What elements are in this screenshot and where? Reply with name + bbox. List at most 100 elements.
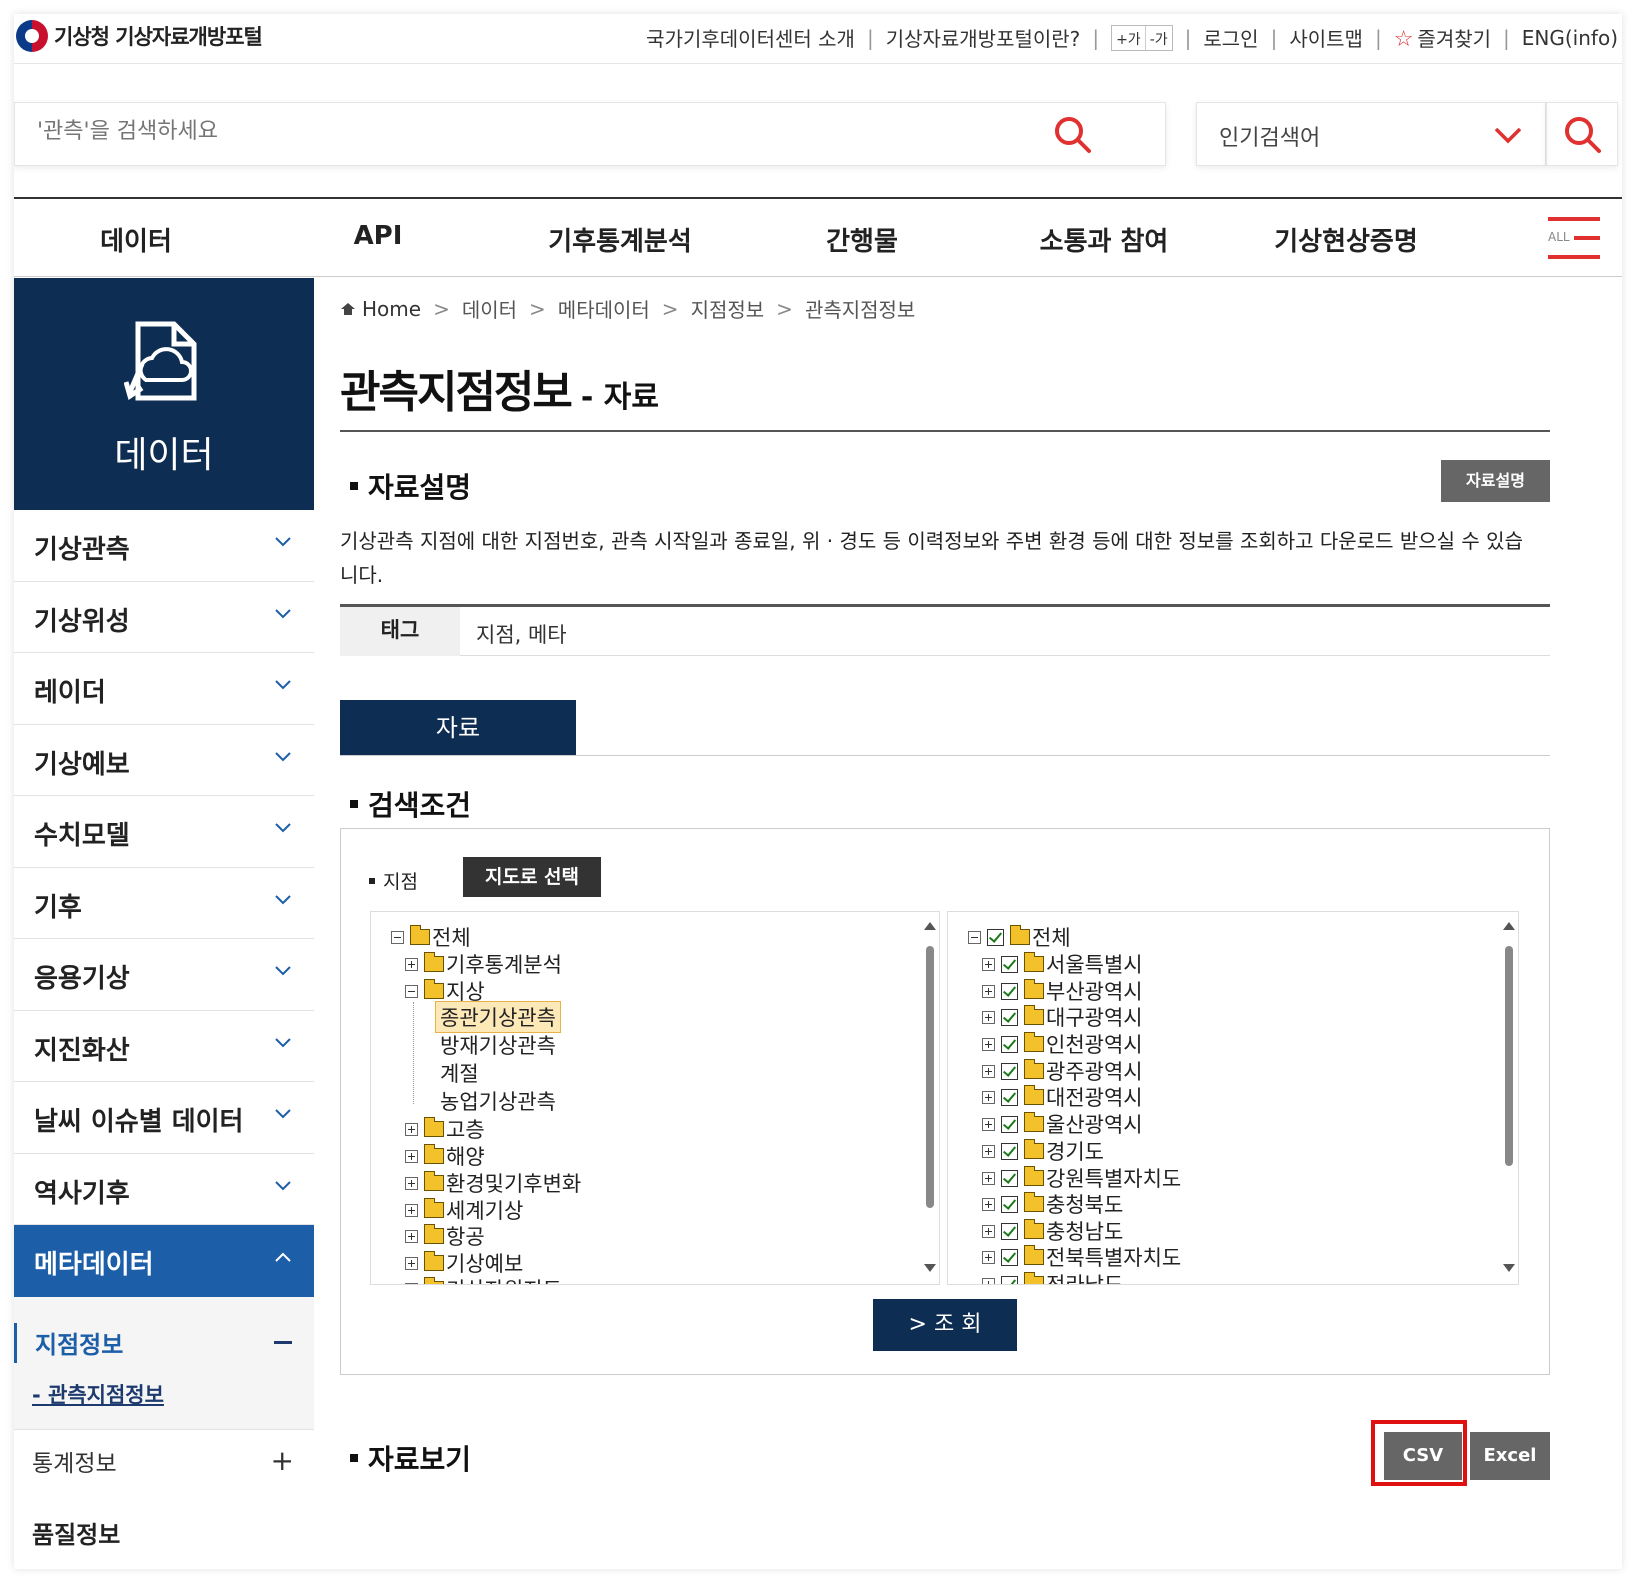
expand-icon[interactable] (405, 1203, 418, 1217)
sidebar-item-metadata[interactable]: 메타데이터 (14, 1225, 314, 1297)
gnb-climate-stats[interactable]: 기후통계분석 (520, 221, 720, 258)
checkbox-checked[interactable] (1001, 982, 1018, 1000)
checkbox-checked[interactable] (1001, 1275, 1018, 1284)
select-on-map-button[interactable]: 지도로 선택 (463, 857, 601, 897)
gnb-api[interactable]: API (278, 221, 478, 251)
expand-icon[interactable] (982, 1224, 995, 1238)
expand-icon[interactable] (405, 1176, 418, 1190)
sidebar-subitem-statistics[interactable]: 통계정보 + (14, 1428, 314, 1497)
expand-icon[interactable] (982, 1197, 995, 1211)
expand-icon[interactable] (982, 1010, 995, 1024)
search-input[interactable] (37, 119, 1037, 144)
tree-node[interactable]: 세계기상 (405, 1197, 523, 1223)
breadcrumb-home[interactable]: Home (362, 297, 421, 321)
tree-node[interactable]: 울산광역시 (982, 1111, 1143, 1137)
search-icon[interactable] (1053, 115, 1093, 155)
sidebar-item-earthquake-volcano[interactable]: 지진화산 (14, 1010, 314, 1082)
tree-node[interactable]: 충청북도 (982, 1191, 1123, 1217)
tree-node[interactable]: 서울특별시 (982, 951, 1143, 977)
tree-node[interactable]: 대전광역시 (982, 1084, 1143, 1110)
checkbox-checked[interactable] (1001, 1169, 1018, 1187)
sidebar-item-observation[interactable]: 기상관측 (14, 510, 314, 582)
sidebar-item-forecast[interactable]: 기상예보 (14, 724, 314, 796)
tree-node[interactable]: 농업기상관측 (440, 1088, 556, 1114)
tree-node[interactable]: 경기도 (982, 1138, 1104, 1164)
checkbox-checked[interactable] (1001, 1222, 1018, 1240)
link-about-center[interactable]: 국가기후데이터센터 소개 (646, 23, 855, 52)
expand-icon[interactable] (982, 1037, 995, 1051)
sidebar-item-radar[interactable]: 레이더 (14, 653, 314, 725)
gnb-publications[interactable]: 간행물 (762, 221, 962, 258)
english-link[interactable]: ENG(info) (1522, 26, 1618, 50)
gnb-community[interactable]: 소통과 참여 (1004, 221, 1204, 258)
expand-icon[interactable] (405, 1149, 418, 1163)
query-button[interactable]: > 조 회 (873, 1299, 1017, 1351)
expand-icon[interactable] (982, 1144, 995, 1158)
sitemap-link[interactable]: 사이트맵 (1289, 23, 1363, 52)
expand-icon[interactable] (405, 1122, 418, 1136)
tree-node[interactable]: 광주광역시 (982, 1058, 1143, 1084)
left-tree-scrollbar[interactable] (921, 912, 939, 1284)
tree-node[interactable]: 고층 (405, 1116, 485, 1142)
tree-node[interactable]: 부산광역시 (982, 978, 1143, 1004)
expand-icon[interactable] (982, 1090, 995, 1104)
checkbox-checked[interactable] (1001, 1142, 1018, 1160)
scroll-up-icon[interactable] (924, 922, 936, 930)
scroll-down-icon[interactable] (924, 1264, 936, 1272)
scroll-thumb[interactable] (926, 946, 934, 1208)
tree-node[interactable]: 기상자원지도 (405, 1276, 562, 1284)
link-about-portal[interactable]: 기상자료개방포털이란? (886, 23, 1081, 52)
checkbox-checked[interactable] (1001, 1008, 1018, 1026)
tree-node[interactable]: 충청남도 (982, 1218, 1123, 1244)
right-tree-scrollbar[interactable] (1500, 912, 1518, 1284)
popular-search-button[interactable] (1546, 102, 1618, 166)
site-logo[interactable]: 기상청 기상자료개방포털 (16, 20, 263, 52)
tree-node[interactable]: 해양 (405, 1143, 485, 1169)
font-decrease-button[interactable]: -가 (1144, 25, 1172, 50)
expand-icon[interactable] (982, 1250, 995, 1264)
tree-node[interactable]: 전북특별자치도 (982, 1244, 1181, 1270)
checkbox-checked[interactable] (1001, 1062, 1018, 1080)
checkbox-checked[interactable] (1001, 1115, 1018, 1133)
tree-node[interactable]: 항공 (405, 1223, 485, 1249)
tree-node[interactable]: 대구광역시 (982, 1004, 1143, 1030)
expand-icon[interactable] (405, 957, 418, 971)
excel-download-button[interactable]: Excel (1470, 1432, 1550, 1480)
checkbox-checked[interactable] (1001, 1195, 1018, 1213)
sidebar-item-climate[interactable]: 기후 (14, 867, 314, 939)
description-button[interactable]: 자료설명 (1441, 460, 1550, 502)
expand-icon[interactable] (405, 1256, 418, 1270)
scroll-up-icon[interactable] (1503, 922, 1515, 930)
tree-node[interactable]: 계절 (440, 1060, 479, 1086)
favorites-link[interactable]: ☆ 즐겨찾기 (1394, 23, 1491, 52)
tree-node[interactable]: 방재기상관측 (440, 1032, 556, 1058)
expand-icon[interactable] (405, 1282, 418, 1284)
font-increase-button[interactable]: +가 (1112, 26, 1145, 50)
login-link[interactable]: 로그인 (1203, 23, 1258, 52)
sidebar-item-applied-meteorology[interactable]: 응용기상 (14, 939, 314, 1011)
collapse-icon[interactable] (405, 984, 418, 998)
popular-search-dropdown[interactable]: 인기검색어 (1196, 102, 1546, 166)
collapse-icon[interactable] (391, 930, 404, 944)
sidebar-item-satellite[interactable]: 기상위성 (14, 581, 314, 653)
scroll-down-icon[interactable] (1503, 1264, 1515, 1272)
checkbox-checked[interactable] (1001, 955, 1018, 973)
tree-node[interactable]: 환경및기후변화 (405, 1170, 581, 1196)
expand-icon[interactable] (405, 1229, 418, 1243)
tree-node-root[interactable]: 전체 (391, 924, 471, 950)
tree-node[interactable]: 전라남도 (982, 1271, 1123, 1284)
all-menu-button[interactable]: ALL (1548, 217, 1600, 259)
checkbox-checked[interactable] (1001, 1248, 1018, 1266)
expand-icon[interactable] (982, 957, 995, 971)
scroll-thumb[interactable] (1505, 946, 1513, 1166)
tree-node[interactable]: 인천광역시 (982, 1031, 1143, 1057)
gnb-data[interactable]: 데이터 (36, 221, 236, 258)
breadcrumb-station-info[interactable]: 지점정보 (691, 294, 765, 323)
gnb-weather-certificate[interactable]: 기상현상증명 (1246, 221, 1446, 258)
tree-node-root[interactable]: 전체 (968, 924, 1071, 950)
expand-icon[interactable] (982, 1277, 995, 1284)
expand-icon[interactable] (982, 1171, 995, 1185)
tree-node[interactable]: 기상예보 (405, 1250, 523, 1276)
checkbox-checked[interactable] (987, 928, 1004, 946)
tree-node[interactable]: 강원특별자치도 (982, 1165, 1181, 1191)
